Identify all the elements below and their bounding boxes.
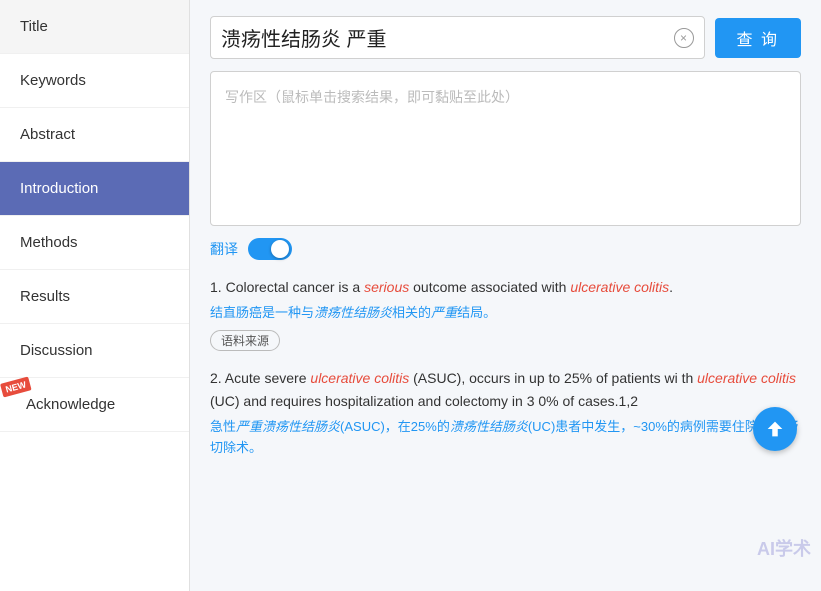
scroll-up-button[interactable] xyxy=(753,407,797,451)
keyword-uc-2: ulcerative colitis xyxy=(310,370,409,386)
sidebar-item-introduction[interactable]: Introduction xyxy=(0,162,189,216)
sidebar-item-title[interactable]: Title xyxy=(0,0,189,54)
source-tag[interactable]: 语料来源 xyxy=(210,330,280,351)
result-num: 2. xyxy=(210,370,225,386)
sidebar-item-acknowledge[interactable]: NEW Acknowledge xyxy=(0,378,189,432)
sidebar-item-methods[interactable]: Methods xyxy=(0,216,189,270)
result-en-text: 1. Colorectal cancer is a serious outcom… xyxy=(210,276,801,299)
main-content: 溃疡性结肠炎 严重 × 查 询 写作区（鼠标单击搜索结果，即可黏贴至此处） 翻译… xyxy=(190,0,821,591)
sidebar-item-label: Acknowledge xyxy=(20,396,115,413)
writing-area[interactable]: 写作区（鼠标单击搜索结果，即可黏贴至此处） xyxy=(210,71,801,226)
result-cn-text: 结直肠癌是一种与溃疡性结肠炎相关的严重结局。 xyxy=(210,303,801,324)
keyword-uc-3: ulcerative colitis xyxy=(697,370,796,386)
sidebar-item-label: Methods xyxy=(20,234,78,251)
sidebar-item-abstract[interactable]: Abstract xyxy=(0,108,189,162)
arrow-up-icon xyxy=(764,418,786,440)
keyword-serious: serious xyxy=(364,279,409,295)
translate-label: 翻译 xyxy=(210,239,238,259)
search-input-wrapper: 溃疡性结肠炎 严重 × xyxy=(210,16,705,59)
sidebar-item-label: Introduction xyxy=(20,180,98,197)
translate-toggle[interactable] xyxy=(248,238,292,260)
cn-keyword-2: 严重 xyxy=(431,305,457,320)
sidebar-item-label: Title xyxy=(20,18,48,35)
sidebar-item-keywords[interactable]: Keywords xyxy=(0,54,189,108)
sidebar-item-label: Discussion xyxy=(20,342,93,359)
result-en-text: 2. Acute severe ulcerative colitis (ASUC… xyxy=(210,367,801,413)
cn-keyword-severe: 严重溃疡性结肠炎 xyxy=(236,419,340,434)
search-bar: 溃疡性结肠炎 严重 × 查 询 xyxy=(210,16,801,59)
cn-keyword-uc: 溃疡性结肠炎 xyxy=(450,419,528,434)
result-item: 2. Acute severe ulcerative colitis (ASUC… xyxy=(210,367,801,465)
result-item: 1. Colorectal cancer is a serious outcom… xyxy=(210,276,801,351)
query-button[interactable]: 查 询 xyxy=(715,18,801,58)
sidebar: Title Keywords Abstract Introduction Met… xyxy=(0,0,190,591)
sidebar-item-label: Abstract xyxy=(20,126,75,143)
result-num: 1. xyxy=(210,279,226,295)
sidebar-item-label: Keywords xyxy=(20,72,86,89)
results-list: 1. Colorectal cancer is a serious outcom… xyxy=(210,276,801,465)
source-tag-wrapper: 语料来源 xyxy=(210,330,801,351)
keyword-ulcerative-colitis-1: ulcerative colitis xyxy=(570,279,669,295)
search-query-text: 溃疡性结肠炎 严重 xyxy=(221,23,666,52)
translate-row: 翻译 xyxy=(210,238,801,260)
new-badge: NEW xyxy=(0,376,32,397)
sidebar-item-results[interactable]: Results xyxy=(0,270,189,324)
result-cn-text: 急性严重溃疡性结肠炎(ASUC)，在25%的溃疡性结肠炎(UC)患者中发生，~3… xyxy=(210,417,801,459)
writing-placeholder: 写作区（鼠标单击搜索结果，即可黏贴至此处） xyxy=(225,89,519,105)
clear-button[interactable]: × xyxy=(674,28,694,48)
sidebar-item-label: Results xyxy=(20,288,70,305)
cn-keyword-1: 溃疡性结肠炎 xyxy=(314,305,392,320)
sidebar-item-discussion[interactable]: Discussion xyxy=(0,324,189,378)
